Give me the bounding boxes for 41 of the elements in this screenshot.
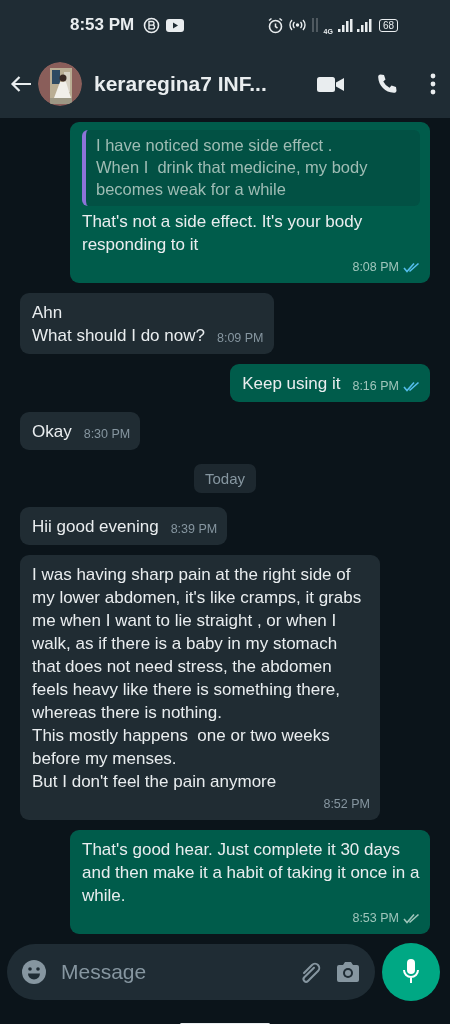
message-time: 8:08 PM: [352, 259, 399, 276]
quoted-message[interactable]: I have noticed some side effect . When I drink that medicine, my body becomes weak for a while: [82, 130, 420, 206]
incoming-message-bubble[interactable]: Okay 8:30 PM: [20, 412, 141, 450]
chat-title[interactable]: keraregina7 INF...: [94, 72, 311, 96]
outgoing-message-bubble[interactable]: I have noticed some side effect . When I drink that medicine, my body becomes weak for a while That's not a side effect. It's your body responding to it 8:08 PM: [70, 122, 430, 283]
outgoing-message-bubble[interactable]: Keep using it 8:16 PM: [230, 364, 430, 402]
incoming-message-bubble[interactable]: [20, 555, 380, 820]
camera-icon[interactable]: [335, 961, 361, 983]
signal-icon: [337, 18, 374, 32]
message-time: 8:52 PM: [323, 796, 370, 813]
play-icon: [166, 18, 185, 32]
message-time: 8:09 PM: [216, 330, 264, 347]
message-text: Hii good evening: [32, 516, 159, 538]
message-time: 8:16 PM: [352, 378, 399, 395]
video-call-icon[interactable]: [317, 75, 344, 93]
incoming-message-bubble[interactable]: Ahn What should I do now? 8:09 PM: [20, 293, 274, 354]
message-time: 8:53 PM: [352, 910, 399, 927]
message-text: That's good hear. Just complete it 30 days and then make it a habit of taking it once in a while.: [82, 839, 420, 907]
message-time: 8:30 PM: [83, 426, 131, 443]
microphone-button[interactable]: [382, 943, 440, 1001]
emoji-icon[interactable]: [21, 959, 47, 985]
message-text: Okay: [32, 421, 72, 443]
battery-level: 68: [378, 18, 398, 32]
message-text: That's not a side effect. It's your body responding to it: [82, 211, 364, 256]
phone-icon[interactable]: [376, 73, 398, 95]
message-input[interactable]: Message: [59, 959, 285, 985]
hotspot-icon: [288, 18, 306, 32]
message-time: 8:39 PM: [170, 521, 218, 538]
incoming-message-bubble[interactable]: Hii good evening 8:39 PM: [20, 507, 228, 545]
message-text: Keep using it: [242, 373, 341, 395]
message-field[interactable]: Message: [7, 944, 375, 1000]
message-text: I was having sharp pain at the right side of my lower abdomen, it's like cramps, it grabs me when I want to lie straight , or when I walk, as if there is a baby in my stomach that does not need stress, the abdomen feels heavy like there is something there, whereas there is nothing. This mostly happens one or two weeks before my menses. But I don't feel the pain anymore: [32, 564, 363, 793]
more-options-icon[interactable]: [430, 73, 436, 95]
microphone-icon: [402, 958, 420, 986]
outgoing-message-bubble[interactable]: That's good hear. Just complete it 30 days and then make it a habit of taking it once in a while. 8:53 PM: [70, 830, 430, 934]
message-text: Ahn What should I do now?: [32, 302, 205, 347]
clock-time: 8:53 PM: [70, 15, 135, 35]
chat-b-icon: [143, 16, 161, 34]
alarm-icon: [266, 16, 284, 34]
date-chip: Today: [194, 464, 256, 493]
back-arrow-icon[interactable]: [10, 75, 32, 93]
